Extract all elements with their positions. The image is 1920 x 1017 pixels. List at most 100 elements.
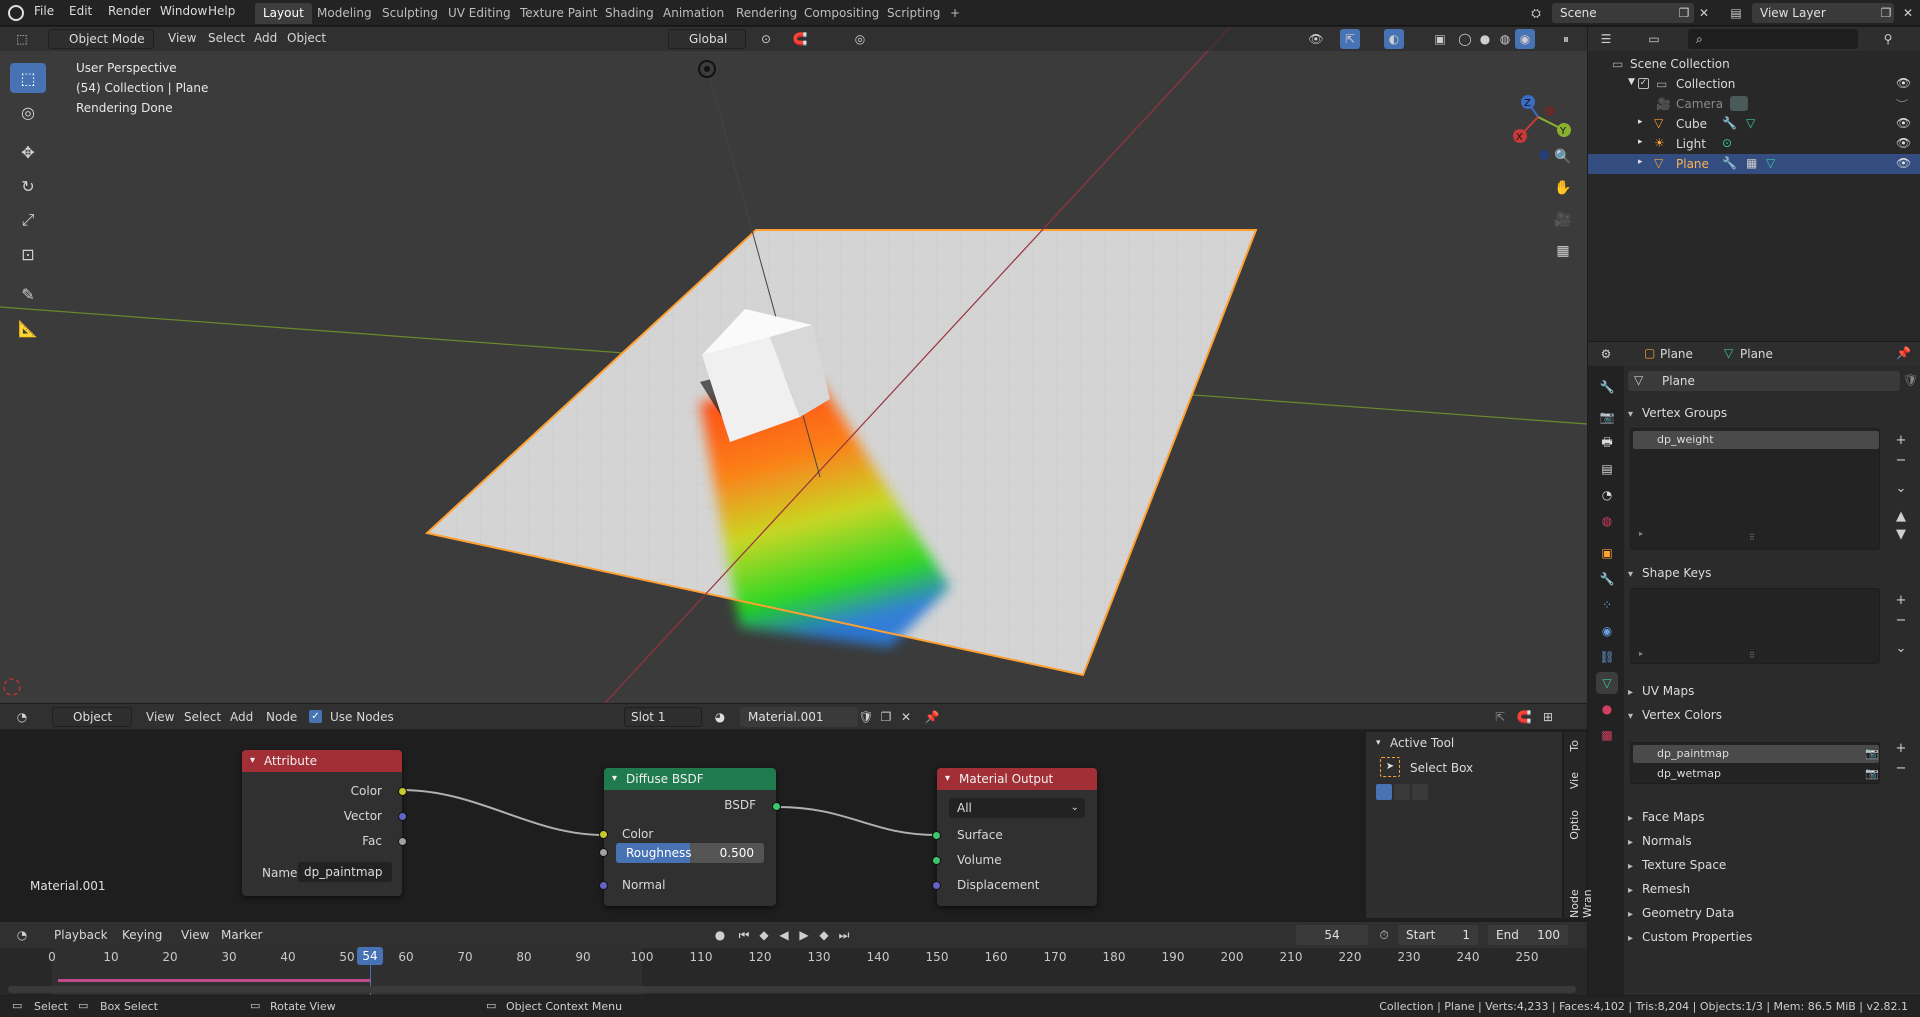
expand-icon[interactable]: ▸ bbox=[1638, 137, 1643, 147]
pivot-icon[interactable]: ⊙ bbox=[756, 29, 776, 49]
select-subtract-mode-icon[interactable] bbox=[1412, 784, 1428, 800]
menu-edit[interactable]: Edit bbox=[69, 4, 92, 18]
tab-texture-paint[interactable]: Texture Paint bbox=[512, 3, 605, 24]
move-up-icon[interactable]: ▲ bbox=[1892, 508, 1910, 526]
eye-icon[interactable]: 👁 bbox=[1896, 76, 1911, 90]
expand-icon[interactable]: ▸ bbox=[1638, 157, 1643, 167]
tab-layout[interactable]: Layout bbox=[255, 3, 312, 24]
view-layer-tab-icon[interactable]: ▤ bbox=[1596, 458, 1618, 480]
remesh-panel-header[interactable]: Remesh bbox=[1628, 882, 1690, 896]
material-shading-icon[interactable]: ◍ bbox=[1495, 29, 1515, 49]
output-bsdf-socket[interactable] bbox=[772, 802, 781, 811]
tab-uv-editing[interactable]: UV Editing bbox=[440, 3, 519, 24]
tab-modeling[interactable]: Modeling bbox=[309, 3, 380, 24]
3d-viewport[interactable]: ⬚ Object Mode View Select Add Object Glo… bbox=[0, 27, 1587, 703]
outliner-row-plane[interactable]: ▸ ▽ Plane 🔧 ▦ ▽ 👁 bbox=[1588, 154, 1920, 174]
tab-node-wrangler[interactable]: Node Wran bbox=[1568, 860, 1594, 918]
xray-icon[interactable]: ▣ bbox=[1430, 29, 1450, 49]
solid-shading-icon[interactable]: ● bbox=[1475, 29, 1495, 49]
camera-data-icon[interactable] bbox=[1730, 96, 1748, 111]
diffuse-bsdf-node[interactable]: Diffuse BSDF BSDF Color Roughness 0.500 … bbox=[599, 768, 781, 906]
vertex-group-icon[interactable]: ▦ bbox=[1746, 156, 1757, 170]
gizmo-toggle-icon[interactable]: ⇱ bbox=[1340, 29, 1360, 49]
outliner-row-collection[interactable]: ▼ ✓ ▭ Collection 👁 bbox=[1588, 74, 1920, 94]
view-layer-icon[interactable]: ▤ bbox=[1726, 3, 1746, 23]
resize-handle-icon[interactable]: ⠿ bbox=[1749, 651, 1755, 660]
menu-view[interactable]: View bbox=[181, 928, 209, 942]
uv-maps-panel-header[interactable]: UV Maps bbox=[1628, 684, 1694, 698]
expand-icon[interactable]: ▸ bbox=[1638, 117, 1643, 127]
particles-tab-icon[interactable]: ⁘ bbox=[1596, 594, 1618, 616]
add-vertex-color-button[interactable]: + bbox=[1892, 740, 1910, 758]
world-tab-icon[interactable]: ◍ bbox=[1596, 510, 1618, 532]
clock-icon[interactable]: ⏱ bbox=[1374, 925, 1394, 945]
constraints-tab-icon[interactable]: ⛓ bbox=[1596, 646, 1618, 668]
material-output-node[interactable]: Material Output All ⌄ Surface Volume Disp… bbox=[932, 768, 1097, 906]
rendered-shading-icon[interactable]: ◉ bbox=[1515, 29, 1535, 49]
menu-view[interactable]: View bbox=[146, 710, 174, 724]
vertex-colors-list[interactable]: dp_paintmap 📷 dp_wetmap 📷 bbox=[1630, 742, 1880, 784]
prev-keyframe-icon[interactable]: ◆ bbox=[754, 925, 774, 945]
shader-node-editor[interactable]: ◔ Object View Select Add Node ✓ Use Node… bbox=[0, 704, 1594, 920]
tool-tab-icon[interactable]: 🔧 bbox=[1596, 376, 1618, 398]
attribute-name-input[interactable]: dp_paintmap bbox=[298, 862, 392, 882]
move-down-icon[interactable]: ▼ bbox=[1892, 526, 1910, 544]
list-item[interactable]: dp_wetmap 📷 bbox=[1633, 765, 1879, 783]
play-icon[interactable]: ▶ bbox=[794, 925, 814, 945]
input-volume-socket[interactable] bbox=[932, 856, 941, 865]
close-icon[interactable]: ✕ bbox=[1694, 3, 1714, 23]
expand-icon[interactable]: ▼ bbox=[1628, 77, 1635, 87]
menu-select[interactable]: Select bbox=[208, 31, 245, 45]
rotate-tool-icon[interactable]: ↻ bbox=[10, 171, 46, 201]
jump-end-icon[interactable]: ⏭ bbox=[834, 925, 854, 945]
render-camera-icon[interactable]: 📷 bbox=[1865, 745, 1879, 763]
menu-add[interactable]: Add bbox=[254, 31, 277, 45]
eye-icon[interactable]: 👁 bbox=[1896, 156, 1911, 170]
render-tab-icon[interactable]: 📷 bbox=[1596, 406, 1618, 428]
collapse-icon[interactable]: ▾ bbox=[1376, 738, 1381, 748]
tab-sculpting[interactable]: Sculpting bbox=[374, 3, 446, 24]
pan-hand-icon[interactable]: ✋ bbox=[1550, 175, 1576, 201]
start-frame-field[interactable]: Start 1 bbox=[1398, 925, 1478, 945]
camera-view-icon[interactable]: 🎥 bbox=[1550, 207, 1576, 233]
mesh-data-icon[interactable]: ▽ bbox=[1766, 156, 1775, 170]
eye-closed-icon[interactable]: ︶ bbox=[1896, 96, 1908, 113]
output-target-dropdown[interactable]: All ⌄ bbox=[949, 798, 1085, 818]
geometry-data-panel-header[interactable]: Geometry Data bbox=[1628, 906, 1734, 920]
menu-object[interactable]: Object bbox=[287, 31, 326, 45]
editor-type-icon[interactable]: ◔ bbox=[12, 707, 32, 727]
add-workspace-button[interactable]: + bbox=[942, 3, 968, 24]
menu-window[interactable]: Window bbox=[160, 4, 207, 18]
add-shape-key-button[interactable]: + bbox=[1892, 592, 1910, 610]
tab-options[interactable]: Optio bbox=[1568, 810, 1581, 840]
input-surface-socket[interactable] bbox=[932, 831, 941, 840]
jump-start-icon[interactable]: ⏮ bbox=[734, 925, 754, 945]
timeline-area[interactable]: 0 10 20 30 40 50 60 70 80 90 100 110 120 130 140 150 160… bbox=[0, 947, 1587, 995]
snap-icon[interactable]: 🧲 bbox=[790, 29, 810, 49]
menu-marker[interactable]: Marker bbox=[221, 928, 262, 942]
material-browse-icon[interactable]: ◕ bbox=[710, 707, 730, 727]
menu-select[interactable]: Select bbox=[184, 710, 221, 724]
pin-icon[interactable]: 📌 bbox=[922, 707, 942, 727]
tab-compositing[interactable]: Compositing bbox=[796, 3, 887, 24]
mesh-data-icon[interactable]: ▽ bbox=[1746, 116, 1755, 130]
material-name-field[interactable]: Material.001 bbox=[740, 707, 858, 727]
physics-tab-icon[interactable]: ◉ bbox=[1596, 620, 1618, 642]
menu-add[interactable]: Add bbox=[230, 710, 253, 724]
outliner-row-cube[interactable]: ▸ ▽ Cube 🔧 ▽ 👁 bbox=[1588, 114, 1920, 134]
remove-vertex-color-button[interactable]: − bbox=[1892, 760, 1910, 778]
close-layer-icon[interactable]: ✕ bbox=[1898, 3, 1918, 23]
transform-tool-icon[interactable]: ⊡ bbox=[10, 239, 46, 269]
pin-icon[interactable]: 📌 bbox=[1896, 346, 1911, 360]
tab-tool[interactable]: To bbox=[1568, 740, 1581, 752]
object-tab-icon[interactable]: ▣ bbox=[1596, 542, 1618, 564]
menu-playback[interactable]: Playback bbox=[54, 928, 108, 942]
tab-scripting[interactable]: Scripting bbox=[879, 3, 948, 24]
orientation-dropdown[interactable]: Global bbox=[668, 29, 746, 49]
select-new-mode-icon[interactable] bbox=[1376, 784, 1392, 800]
texture-tab-icon[interactable]: ▩ bbox=[1596, 724, 1618, 746]
proportional-edit-icon[interactable]: ◎ bbox=[850, 29, 870, 49]
shape-key-menu-icon[interactable]: ⌄ bbox=[1892, 640, 1910, 658]
visibility-icon[interactable]: 👁 bbox=[1306, 29, 1326, 49]
next-keyframe-icon[interactable]: ◆ bbox=[814, 925, 834, 945]
